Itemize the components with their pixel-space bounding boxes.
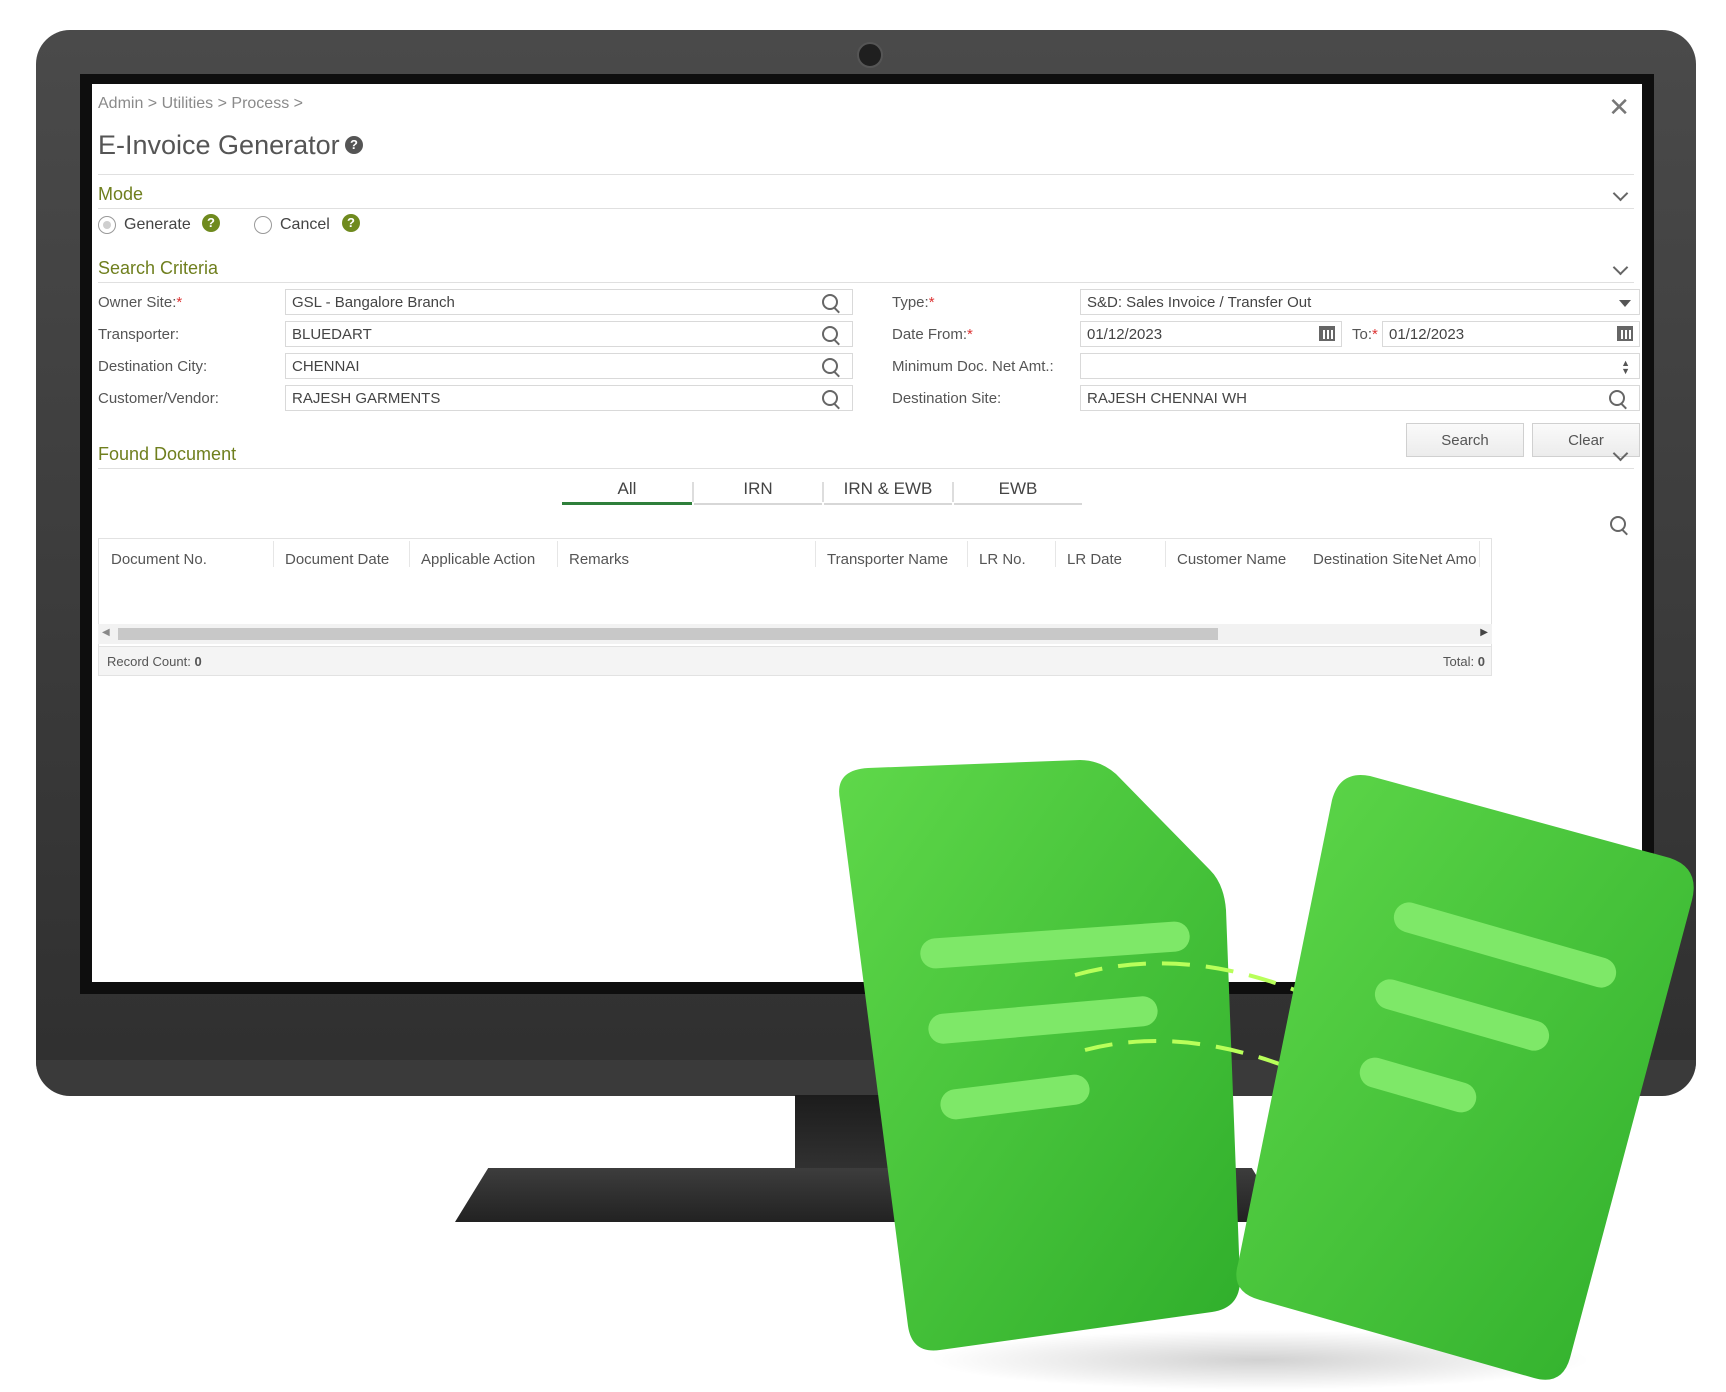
owner-site-field[interactable]: GSL - Bangalore Branch [285, 289, 853, 315]
column-separator [1055, 541, 1056, 567]
destination-site-value: RAJESH CHENNAI WH [1087, 390, 1248, 407]
date-to-field[interactable]: 01/12/2023 [1382, 321, 1640, 347]
destination-city-search-icon[interactable] [822, 358, 838, 374]
date-to-calendar-icon[interactable] [1617, 326, 1633, 341]
transporter-field[interactable]: BLUEDART [285, 321, 853, 347]
documents-transfer-illustration [839, 760, 1694, 1390]
customer-vendor-search-icon[interactable] [822, 390, 838, 406]
date-to-value: 01/12/2023 [1389, 326, 1465, 343]
divider [98, 468, 1634, 469]
owner-site-label: Owner Site:* [98, 294, 183, 311]
date-from-calendar-icon[interactable] [1319, 326, 1335, 341]
scroll-left-icon[interactable]: ◀ [102, 627, 110, 638]
help-icon[interactable]: ? [345, 136, 363, 154]
mode-collapse-chevron-icon[interactable] [1612, 185, 1629, 202]
column-header-applicable-action[interactable]: Applicable Action [421, 551, 535, 568]
generate-help-icon[interactable]: ? [202, 214, 220, 232]
horizontal-scrollbar[interactable]: ◀ ▶ [98, 624, 1492, 644]
record-count: Record Count: 0 [107, 654, 202, 669]
transporter-label: Transporter: [98, 326, 180, 343]
tab-all[interactable]: All [562, 479, 692, 505]
destination-site-label: Destination Site: [892, 390, 1002, 407]
cancel-radio-label: Cancel [280, 216, 330, 233]
column-header-lr-no[interactable]: LR No. [979, 551, 1026, 568]
column-separator [557, 541, 558, 567]
total-count: Total: 0 [1443, 654, 1485, 669]
page-title: E-Invoice Generator [98, 130, 340, 160]
type-select[interactable]: S&D: Sales Invoice / Transfer Out [1080, 289, 1640, 315]
type-dropdown-icon[interactable] [1619, 300, 1631, 307]
min-doc-net-amt-label: Minimum Doc. Net Amt.: [892, 358, 1054, 375]
breadcrumb-admin[interactable]: Admin [98, 95, 143, 112]
date-from-value: 01/12/2023 [1087, 326, 1163, 343]
column-separator [967, 541, 968, 567]
transporter-value: BLUEDART [292, 326, 372, 343]
search-criteria-section-title: Search Criteria [98, 258, 219, 278]
right-document-icon [1236, 775, 1694, 1380]
tab-ewb[interactable]: EWB [954, 479, 1082, 505]
customer-vendor-field[interactable]: RAJESH GARMENTS [285, 385, 853, 411]
divider [98, 282, 1634, 283]
column-header-destination-site[interactable]: Destination Site [1313, 551, 1418, 568]
destination-site-field[interactable]: RAJESH CHENNAI WH [1080, 385, 1640, 411]
column-separator [1165, 541, 1166, 567]
search-criteria-collapse-chevron-icon[interactable] [1612, 259, 1629, 276]
close-icon[interactable]: ✕ [1608, 94, 1630, 120]
grid-footer: Record Count: 0 Total: 0 [98, 646, 1492, 676]
stepper-arrows-icon[interactable]: ▲ ▼ [1621, 359, 1630, 376]
destination-city-field[interactable]: CHENNAI [285, 353, 853, 379]
scroll-right-icon[interactable]: ▶ [1480, 627, 1488, 638]
search-button[interactable]: Search [1406, 423, 1524, 457]
divider [98, 174, 1634, 175]
left-document-icon [839, 760, 1240, 1351]
breadcrumb: Admin > Utilities > Process > [98, 95, 303, 112]
column-header-transporter-name[interactable]: Transporter Name [827, 551, 948, 568]
generate-radio-label: Generate [124, 216, 191, 233]
type-value: S&D: Sales Invoice / Transfer Out [1087, 294, 1312, 311]
mode-section-title: Mode [98, 184, 144, 204]
column-header-remarks[interactable]: Remarks [569, 551, 629, 568]
date-to-label: To:* [1352, 326, 1378, 343]
column-header-net-amount[interactable]: Net Amo [1419, 551, 1487, 568]
column-header-lr-date[interactable]: LR Date [1067, 551, 1122, 568]
column-separator [815, 541, 816, 567]
scrollbar-thumb[interactable] [118, 628, 1218, 640]
tab-irn-ewb[interactable]: IRN & EWB [824, 479, 952, 505]
type-label: Type:* [892, 294, 935, 311]
found-document-section-title: Found Document [98, 444, 237, 464]
min-doc-net-amt-stepper[interactable]: ▲ ▼ [1080, 353, 1640, 379]
owner-site-search-icon[interactable] [822, 294, 838, 310]
breadcrumb-utilities[interactable]: Utilities [162, 95, 214, 112]
date-from-field[interactable]: 01/12/2023 [1080, 321, 1342, 347]
customer-vendor-value: RAJESH GARMENTS [292, 390, 441, 407]
destination-site-search-icon[interactable] [1609, 390, 1625, 406]
cancel-radio[interactable] [254, 216, 272, 234]
transporter-search-icon[interactable] [822, 326, 838, 342]
column-header-document-date[interactable]: Document Date [285, 551, 389, 568]
breadcrumb-process[interactable]: Process [231, 95, 289, 112]
generate-radio[interactable] [98, 216, 116, 234]
destination-city-value: CHENNAI [292, 358, 360, 375]
customer-vendor-label: Customer/Vendor: [98, 390, 219, 407]
column-header-customer-name[interactable]: Customer Name [1177, 551, 1286, 568]
webcam-icon [857, 42, 883, 68]
tab-irn[interactable]: IRN [694, 479, 822, 505]
destination-city-label: Destination City: [98, 358, 208, 375]
divider [98, 208, 1634, 209]
grid-search-icon[interactable] [1610, 516, 1626, 532]
owner-site-value: GSL - Bangalore Branch [292, 294, 455, 311]
column-header-document-no[interactable]: Document No. [111, 551, 207, 568]
date-from-label: Date From:* [892, 326, 973, 343]
cancel-help-icon[interactable]: ? [342, 214, 360, 232]
column-separator [409, 541, 410, 567]
column-separator [273, 541, 274, 567]
